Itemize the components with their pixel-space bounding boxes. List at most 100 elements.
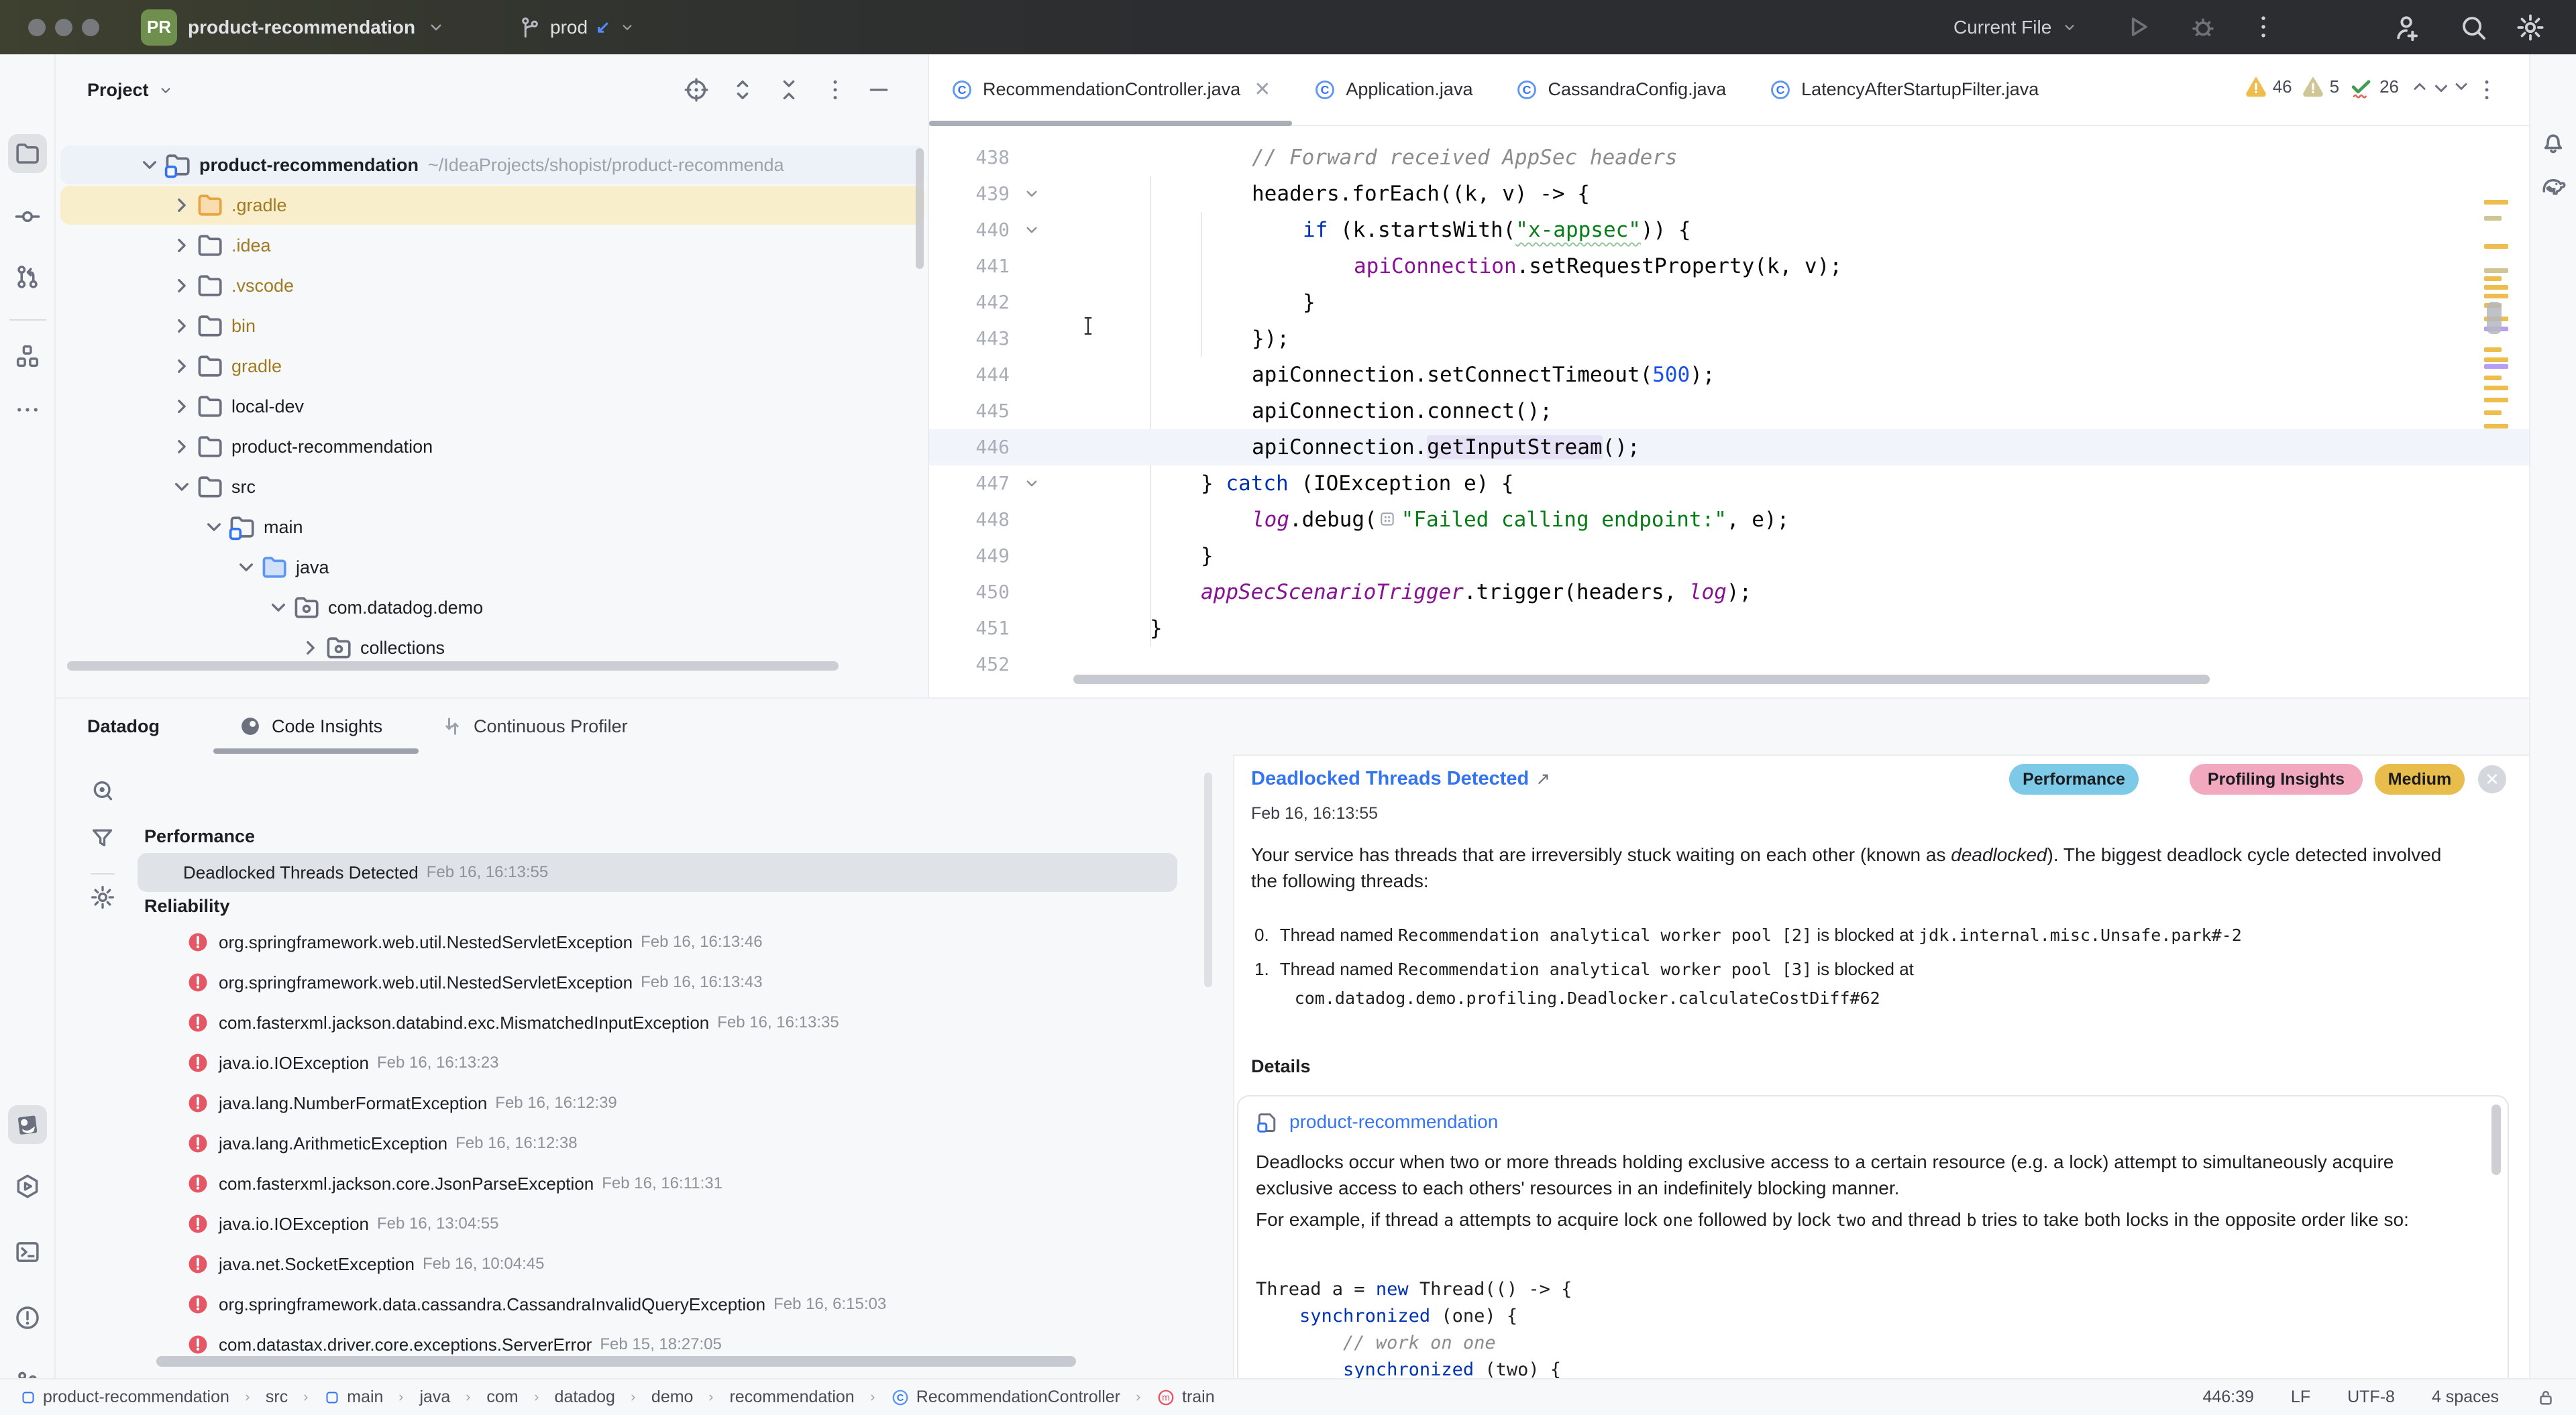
watch-icon[interactable] [89, 778, 116, 805]
chevron-right-icon[interactable] [297, 634, 324, 661]
list-vertical-scrollbar[interactable] [1204, 773, 1212, 987]
code-line-451[interactable]: 451} [929, 610, 2529, 646]
fold-chevron-icon[interactable] [1022, 184, 1042, 204]
error-stripe[interactable] [2484, 54, 2511, 697]
details-scrollbar[interactable] [2491, 1105, 2501, 1175]
more-actions-button[interactable] [2249, 12, 2278, 42]
editor-vertical-scrollbar[interactable] [2487, 302, 2502, 334]
tree-item-com.datadog.demo[interactable]: com.datadog.demo [56, 587, 928, 628]
project-widget[interactable]: PR product-recommendation [141, 9, 446, 46]
filter-icon[interactable] [89, 825, 116, 852]
code-line-443[interactable]: 443}); [929, 321, 2529, 357]
collapse-all-button[interactable] [775, 76, 802, 103]
prev-problem-icon[interactable] [2408, 75, 2431, 98]
tree-item-src[interactable]: src [56, 467, 928, 507]
stripe-item-terminal[interactable] [8, 1233, 47, 1271]
project-panel-title[interactable]: Project [87, 54, 174, 126]
debug-button[interactable] [2188, 12, 2218, 42]
locate-file-button[interactable] [683, 76, 710, 103]
stripe-mark[interactable] [2484, 276, 2502, 281]
stripe-item-notifications[interactable] [2534, 122, 2573, 161]
chevron-right-icon[interactable] [168, 393, 195, 420]
stripe-item-structure[interactable] [8, 337, 47, 376]
breadcrumb-RecommendationController[interactable]: CRecommendationController [891, 1388, 1120, 1407]
chevron-right-icon[interactable] [168, 353, 195, 380]
list-horizontal-scrollbar[interactable] [156, 1356, 1076, 1367]
chevron-right-icon[interactable] [168, 192, 195, 219]
stripe-item-pull-request[interactable] [8, 258, 47, 296]
line-number[interactable]: 444 [936, 357, 1010, 393]
caret-position[interactable]: 446:39 [2202, 1388, 2253, 1407]
stripe-mark[interactable] [2484, 347, 2502, 352]
chevron-right-icon[interactable] [168, 232, 195, 259]
window-zoom-icon[interactable] [82, 19, 99, 36]
insight-item[interactable]: Deadlocked Threads DetectedFeb 16, 16:13… [123, 853, 1223, 892]
tree-item-product-recommendation[interactable]: product-recommendation [56, 427, 928, 467]
tree-vertical-scrollbar[interactable] [916, 148, 924, 269]
log-inlay-icon[interactable] [1379, 510, 1396, 528]
chevron-down-icon[interactable] [168, 473, 195, 500]
chevron-right-icon[interactable] [168, 272, 195, 299]
line-number[interactable]: 450 [936, 574, 1010, 610]
tree-item-local-dev[interactable]: local-dev [56, 386, 928, 427]
tree-item-.vscode[interactable]: .vscode [56, 266, 928, 306]
line-number[interactable]: 439 [936, 176, 1010, 212]
tree-item-main[interactable]: main [56, 507, 928, 547]
settings-button[interactable] [2515, 12, 2546, 43]
window-minimize-icon[interactable] [55, 19, 72, 36]
line-number[interactable]: 445 [936, 393, 1010, 429]
line-number[interactable]: 449 [936, 538, 1010, 574]
search-everywhere-button[interactable] [2458, 12, 2489, 43]
editor-tab-0[interactable]: CRecommendationController.java✕ [929, 54, 1292, 125]
line-separator[interactable]: LF [2291, 1388, 2310, 1407]
stripe-mark[interactable] [2484, 364, 2508, 369]
code-line-438[interactable]: 438// Forward received AppSec headers [929, 139, 2529, 176]
code-line-440[interactable]: 440if (k.startsWith("x-appsec")) { [929, 212, 2529, 248]
breadcrumb-java[interactable]: java [419, 1388, 450, 1407]
insight-item[interactable]: java.lang.ArithmeticExceptionFeb 16, 16:… [123, 1124, 1223, 1163]
stripe-mark[interactable] [2484, 244, 2508, 249]
tab-code-insights[interactable]: Code Insights [238, 699, 382, 754]
breadcrumb-demo[interactable]: demo [651, 1388, 694, 1407]
stripe-mark[interactable] [2484, 376, 2502, 380]
run-configuration-select[interactable]: Current File [1953, 9, 2078, 46]
window-close-icon[interactable] [28, 19, 46, 36]
tree-item-.idea[interactable]: .idea [56, 225, 928, 266]
insight-item[interactable]: java.net.SocketExceptionFeb 16, 10:04:45 [123, 1245, 1223, 1284]
stripe-mark[interactable] [2484, 294, 2508, 298]
code-line-449[interactable]: 449} [929, 538, 2529, 574]
insight-item[interactable]: org.springframework.web.util.NestedServl… [123, 963, 1223, 1002]
line-number[interactable]: 443 [936, 321, 1010, 357]
breadcrumb-product-recommendation[interactable]: product-recommendation [20, 1388, 229, 1407]
stripe-item-datadog[interactable] [8, 1105, 47, 1144]
chevron-down-icon[interactable] [233, 554, 260, 581]
breadcrumb-src[interactable]: src [266, 1388, 288, 1407]
stripe-mark[interactable] [2484, 200, 2508, 205]
add-user-button[interactable] [2392, 12, 2423, 43]
stripe-item-more[interactable] [8, 390, 47, 429]
code-line-447[interactable]: 447} catch (IOException e) { [929, 465, 2529, 502]
insight-item[interactable]: com.fasterxml.jackson.databind.exc.Misma… [123, 1003, 1223, 1042]
line-number[interactable]: 451 [936, 610, 1010, 646]
code-line-445[interactable]: 445apiConnection.connect(); [929, 393, 2529, 429]
close-icon[interactable]: ✕ [2478, 765, 2506, 793]
editor-tab-2[interactable]: CCassandraConfig.java [1494, 54, 1748, 125]
chevron-down-icon[interactable] [136, 152, 163, 178]
more-options-button[interactable] [822, 76, 849, 103]
code-line-442[interactable]: 442} [929, 284, 2529, 321]
branch-widget[interactable]: prod ↙ [518, 9, 636, 46]
tree-item-java[interactable]: java [56, 547, 928, 587]
code-line-450[interactable]: 450appSecScenarioTrigger.trigger(headers… [929, 574, 2529, 610]
fold-chevron-icon[interactable] [1022, 220, 1042, 240]
tree-horizontal-scrollbar[interactable] [67, 661, 839, 671]
stripe-mark[interactable] [2484, 357, 2508, 362]
stripe-mark[interactable] [2484, 268, 2508, 273]
chevron-down-icon[interactable] [265, 594, 292, 621]
stripe-mark[interactable] [2484, 398, 2508, 402]
chevron-right-icon[interactable] [168, 433, 195, 460]
line-number[interactable]: 441 [936, 248, 1010, 284]
file-encoding[interactable]: UTF-8 [2347, 1388, 2395, 1407]
line-number[interactable]: 442 [936, 284, 1010, 321]
hide-panel-button[interactable] [865, 76, 892, 103]
stripe-item-services[interactable] [8, 1167, 47, 1206]
